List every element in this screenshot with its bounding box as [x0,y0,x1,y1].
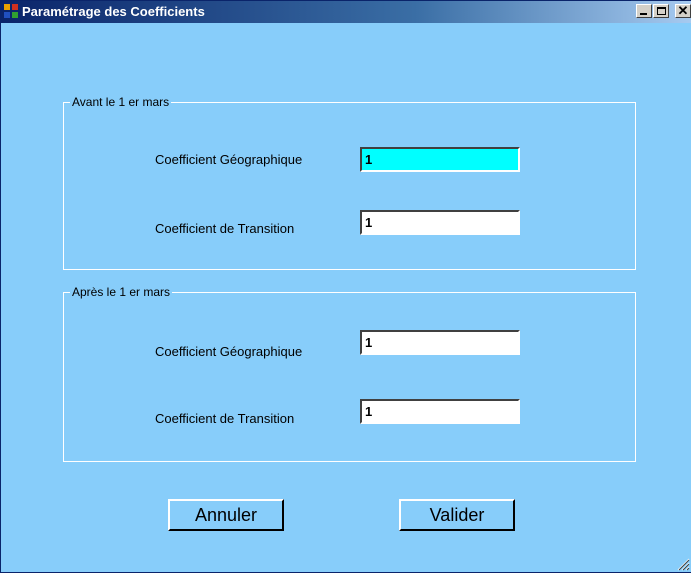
group-after-march: Après le 1 er mars [63,285,636,462]
geo-coefficient-after-label: Coefficient Géographique [155,344,303,359]
group-after-march-legend: Après le 1 er mars [70,285,173,299]
maximize-icon [657,7,666,15]
transition-coefficient-before-label: Coefficient de Transition [155,221,295,236]
geo-coefficient-after-input[interactable] [360,330,520,355]
close-icon: ✕ [677,3,689,18]
transition-coefficient-after-label: Coefficient de Transition [155,411,295,426]
geo-coefficient-before-label: Coefficient Géographique [155,152,303,167]
app-icon [4,4,19,19]
validate-button[interactable]: Valider [399,499,515,531]
minimize-button[interactable] [636,4,652,18]
group-before-march: Avant le 1 er mars [63,95,636,270]
maximize-button[interactable] [653,4,669,18]
close-button[interactable]: ✕ [675,4,691,18]
transition-coefficient-after-input[interactable] [360,399,520,424]
window-title: Paramétrage des Coefficients [22,4,205,19]
resize-grip-icon[interactable] [676,557,690,571]
cancel-button[interactable]: Annuler [168,499,284,531]
geo-coefficient-before-input[interactable] [360,147,520,172]
transition-coefficient-before-input[interactable] [360,210,520,235]
group-before-march-legend: Avant le 1 er mars [70,95,172,109]
title-bar[interactable]: Paramétrage des Coefficients ✕ [1,1,691,23]
dialog-window: Paramétrage des Coefficients ✕ Avant le … [0,0,691,573]
minimize-icon [640,13,647,15]
